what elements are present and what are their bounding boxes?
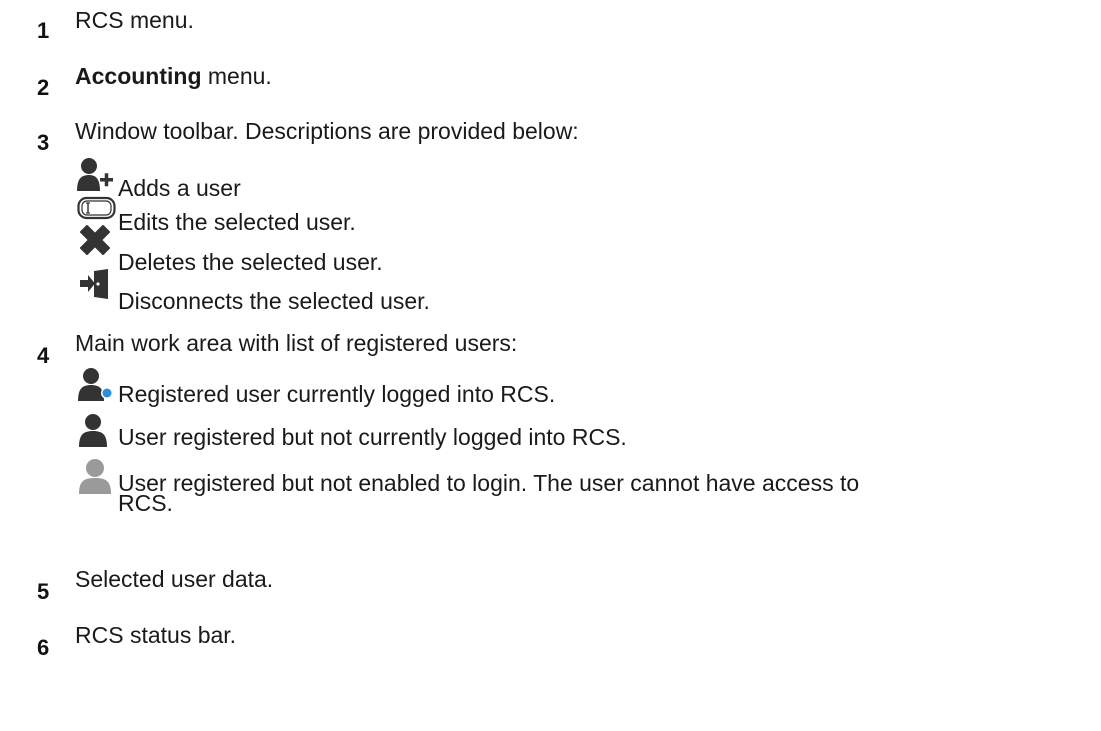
add-user-icon — [76, 157, 116, 195]
user-registered-text: User registered but not currently logged… — [118, 424, 627, 450]
item-number-5: 5 — [37, 579, 50, 604]
edit-icon — [77, 196, 117, 222]
item-number-2: 2 — [37, 75, 50, 100]
user-registered-icon — [77, 413, 113, 451]
item-number-3: 3 — [37, 130, 50, 155]
item-text-2: Accounting menu. — [75, 63, 272, 89]
item-number-1: 1 — [37, 18, 50, 43]
user-disabled-text-line2: RCS. — [118, 490, 173, 516]
add-user-text: Adds a user — [118, 175, 241, 201]
user-disabled-icon — [76, 458, 114, 498]
item-number-4: 4 — [37, 343, 50, 368]
user-logged-in-text: Registered user currently logged into RC… — [118, 381, 556, 407]
edit-text: Edits the selected user. — [118, 209, 356, 235]
user-logged-in-icon — [77, 367, 117, 405]
menu-suffix: menu. — [201, 63, 272, 89]
item-text-5: Selected user data. — [75, 566, 274, 592]
disconnect-icon — [78, 268, 114, 302]
legend-document: 1 RCS menu. 2 Accounting menu. 3 Window … — [0, 0, 1101, 731]
item-text-3: Window toolbar. Descriptions are provide… — [75, 118, 579, 144]
user-disabled-text-line1: User registered but not enabled to login… — [118, 470, 860, 496]
delete-text: Deletes the selected user. — [118, 249, 383, 275]
accounting-label: Accounting — [75, 63, 202, 89]
disconnect-text: Disconnects the selected user. — [118, 288, 430, 314]
item-text-1: RCS menu. — [75, 7, 194, 33]
item-text-6: RCS status bar. — [75, 622, 237, 648]
item-text-4: Main work area with list of registered u… — [75, 330, 518, 356]
delete-icon — [77, 222, 113, 258]
item-number-6: 6 — [37, 635, 50, 660]
